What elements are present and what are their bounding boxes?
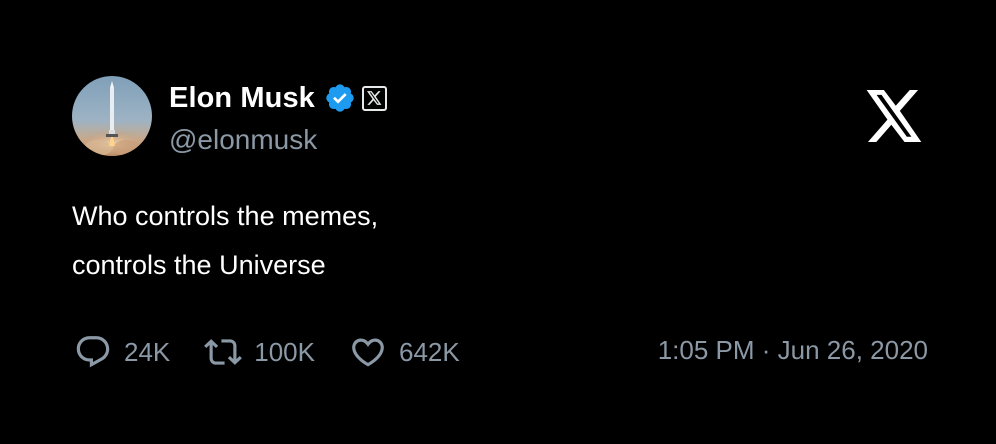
repost-button[interactable]: 100K [204, 333, 315, 371]
tweet-text-line: Who controls the memes, [72, 201, 379, 231]
tweet-timestamp[interactable]: 1:05 PM · Jun 26, 2020 [658, 335, 928, 366]
tweet-text-line: controls the Universe [72, 250, 326, 280]
like-icon [349, 333, 387, 371]
tweet-card: Elon Musk @elonmusk Who controls the mem… [0, 0, 996, 444]
repost-icon [204, 333, 243, 371]
like-count: 642K [399, 336, 460, 367]
avatar[interactable] [72, 76, 152, 156]
reply-icon [74, 333, 112, 371]
author-name-row: Elon Musk [169, 78, 387, 118]
like-button[interactable]: 642K [349, 333, 460, 371]
reply-button[interactable]: 24K [74, 333, 170, 371]
engagement-bar: 24K 100K 642K [74, 332, 494, 372]
verified-badge-icon[interactable] [324, 82, 356, 114]
tweet-text: Who controls the memes, controls the Uni… [72, 192, 772, 290]
reply-count: 24K [124, 336, 171, 367]
author-handle[interactable]: @elonmusk [169, 124, 317, 156]
repost-count: 100K [254, 336, 315, 367]
affiliation-x-badge-icon[interactable] [361, 85, 387, 111]
rocket-launch-avatar [72, 76, 152, 156]
author-display-name[interactable]: Elon Musk [169, 82, 315, 115]
x-logo-icon[interactable] [866, 90, 924, 142]
